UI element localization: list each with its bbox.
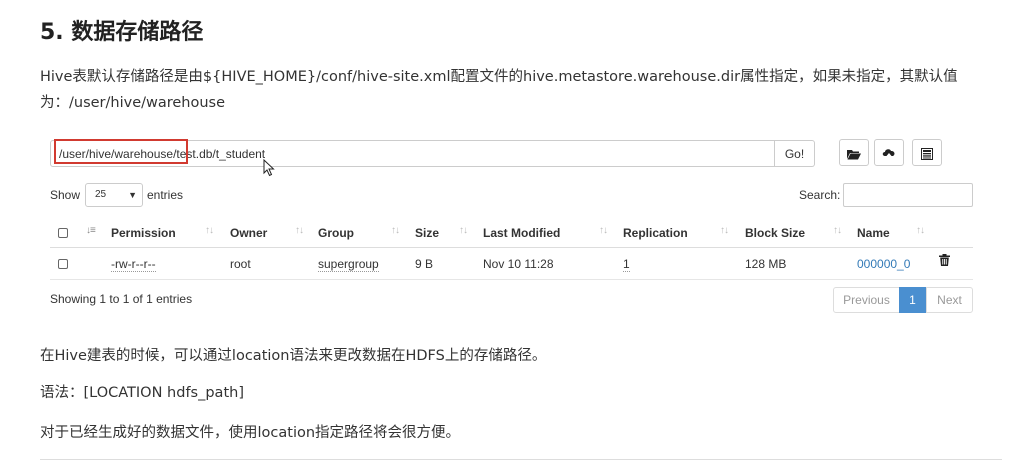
owner-cell: root — [230, 257, 251, 271]
column-header-owner[interactable]: Owner — [230, 226, 267, 240]
upload-icon — [882, 148, 895, 160]
sort-icon[interactable]: ↑↓ — [391, 225, 400, 236]
sort-icon[interactable]: ↑↓ — [599, 225, 608, 236]
file-name-link[interactable]: 000000_0 — [857, 257, 910, 271]
warehouse-path-highlight — [54, 139, 188, 164]
row-divider — [50, 279, 973, 280]
column-header-replication[interactable]: Replication — [623, 226, 688, 240]
folder-open-button[interactable] — [839, 139, 869, 166]
search-label: Search: — [799, 188, 841, 202]
folder-open-icon — [847, 149, 861, 160]
sort-icon[interactable]: ↑↓ — [459, 225, 468, 236]
pagination-page-1[interactable]: 1 — [899, 287, 926, 313]
page-length-value: 25 — [95, 189, 107, 200]
location-paragraph: 在Hive建表的时候，可以通过location语法来更改数据在HDFS上的存储路… — [40, 348, 547, 364]
sort-icon[interactable]: ↑↓ — [720, 225, 729, 236]
header-divider — [50, 247, 973, 248]
entries-label: entries — [147, 188, 184, 202]
column-header-last-modified[interactable]: Last Modified — [483, 226, 560, 240]
trash-icon[interactable] — [939, 254, 950, 266]
path-input[interactable]: /user/hive/warehouse/test.db/t_student — [50, 139, 775, 167]
list-icon — [921, 147, 933, 160]
syntax-paragraph: 语法：[LOCATION hdfs_path] — [40, 385, 244, 401]
list-button[interactable] — [912, 139, 942, 166]
upload-button[interactable] — [874, 139, 904, 166]
sort-asc-icon[interactable]: ↓≡ — [86, 225, 96, 236]
size-cell: 9 B — [415, 257, 434, 271]
select-all-checkbox[interactable] — [58, 228, 68, 238]
section-divider — [40, 459, 1002, 460]
chevron-down-icon: ▼ — [128, 190, 137, 200]
go-button[interactable]: Go! — [775, 140, 815, 167]
hdfs-file-browser: /user/hive/warehouse/test.db/t_student G… — [50, 138, 974, 318]
replication-cell[interactable]: 1 — [623, 257, 630, 272]
search-input[interactable] — [843, 183, 973, 207]
pagination-previous[interactable]: Previous — [833, 287, 900, 313]
column-header-group[interactable]: Group — [318, 226, 354, 240]
pagination-next[interactable]: Next — [926, 287, 973, 313]
table-info: Showing 1 to 1 of 1 entries — [50, 292, 193, 306]
sort-icon[interactable]: ↑↓ — [205, 225, 214, 236]
sort-icon[interactable]: ↑↓ — [833, 225, 842, 236]
sort-icon[interactable]: ↑↓ — [295, 225, 304, 236]
sort-icon[interactable]: ↑↓ — [916, 225, 925, 236]
last-modified-cell: Nov 10 11:28 — [483, 257, 554, 271]
permission-cell[interactable]: -rw-r--r-- — [111, 257, 156, 272]
column-header-size[interactable]: Size — [415, 226, 439, 240]
column-header-block-size[interactable]: Block Size — [745, 226, 805, 240]
column-header-name[interactable]: Name — [857, 226, 890, 240]
row-checkbox[interactable] — [58, 259, 68, 269]
show-label: Show — [50, 188, 81, 202]
block-size-cell: 128 MB — [745, 257, 787, 271]
mouse-cursor-icon — [263, 159, 275, 177]
column-header-permission[interactable]: Permission — [111, 226, 176, 240]
existing-data-paragraph: 对于已经生成好的数据文件，使用location指定路径将会很方便。 — [40, 425, 461, 441]
intro-paragraph: Hive表默认存储路径是由${HIVE_HOME}/conf/hive-site… — [40, 69, 958, 111]
group-cell[interactable]: supergroup — [318, 257, 379, 272]
section-heading: 5. 数据存储路径 — [40, 20, 204, 45]
page-length-select[interactable]: 25 ▼ — [85, 183, 143, 207]
